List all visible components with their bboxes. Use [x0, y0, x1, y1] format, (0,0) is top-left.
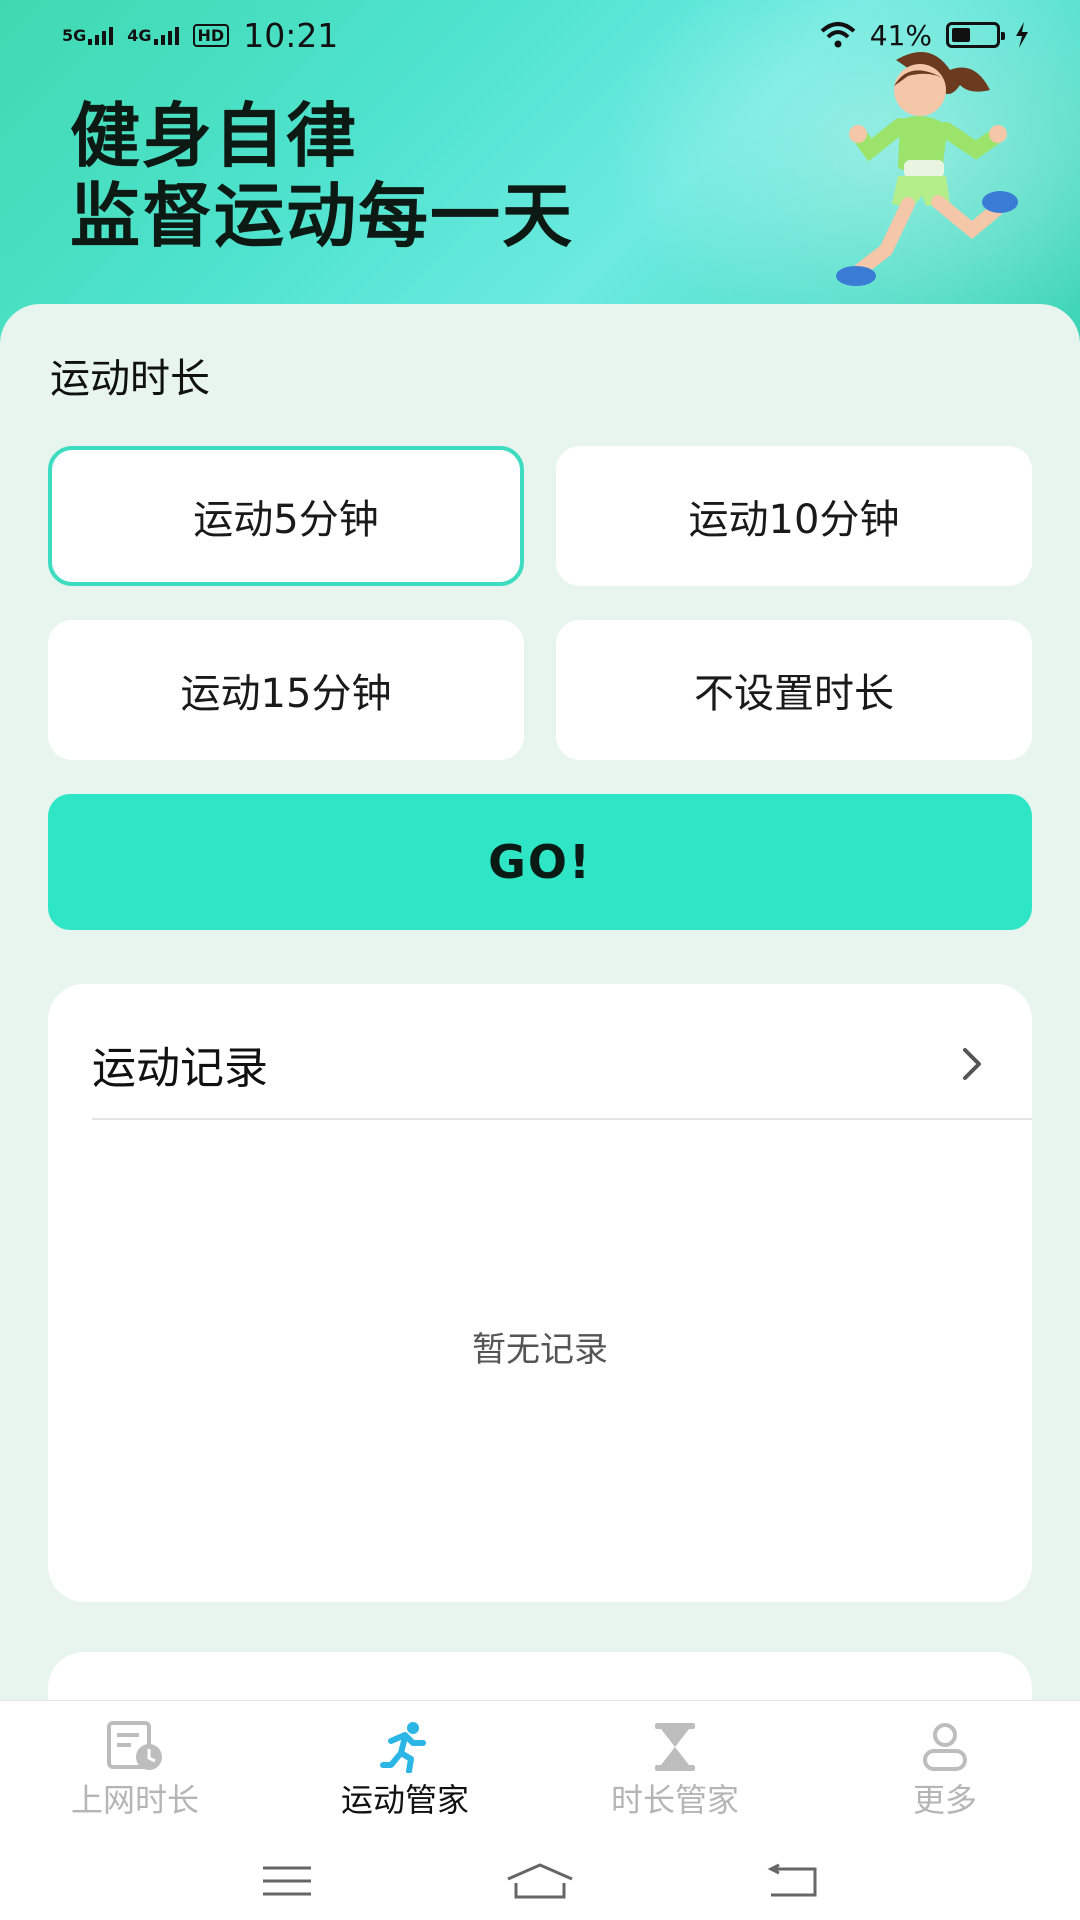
banner-slogan: 健身自律 监督运动每一天 — [70, 96, 574, 256]
option-no-limit[interactable]: 不设置时长 — [556, 620, 1032, 760]
duration-title: 运动时长 — [50, 356, 210, 402]
signal-4g-icon: 4G — [127, 25, 179, 45]
tab-exercise-manager[interactable]: 运动管家 — [270, 1701, 540, 1821]
go-button[interactable]: GO! — [48, 794, 1032, 930]
running-icon — [374, 1721, 436, 1773]
runner-illustration — [836, 52, 1018, 286]
option-label: 运动15分钟 — [180, 671, 392, 717]
option-15-minutes[interactable]: 运动15分钟 — [48, 620, 524, 760]
network-4g-label: 4G — [127, 25, 152, 45]
tab-screen-time[interactable]: 上网时长 — [0, 1701, 270, 1821]
bottom-navigation: 上网时长 运动管家 时长管家 更多 — [0, 1700, 1080, 1920]
charging-icon — [1016, 22, 1028, 48]
option-label: 运动5分钟 — [193, 497, 379, 543]
option-label: 运动10分钟 — [688, 497, 900, 543]
menu-icon[interactable] — [247, 1856, 327, 1906]
wifi-icon — [820, 22, 856, 48]
chevron-right-icon[interactable] — [952, 1044, 992, 1084]
tab-label: 上网时长 — [70, 1781, 199, 1819]
records-header[interactable]: 运动记录 — [92, 1024, 992, 1104]
records-divider — [92, 1118, 1032, 1120]
system-navigation-bar — [0, 1841, 1080, 1920]
records-empty-text: 暂无记录 — [472, 1330, 608, 1370]
hd-voice-icon: HD — [192, 23, 230, 47]
profile-icon — [914, 1721, 976, 1773]
signal-5g-icon: 5G — [62, 25, 114, 45]
screen-time-icon — [104, 1721, 166, 1773]
network-5g-label: 5G — [62, 25, 87, 45]
status-left: 5G 4G HD 10:21 — [62, 16, 338, 55]
battery-icon — [946, 22, 1005, 48]
tab-label: 更多 — [912, 1781, 977, 1819]
tab-more[interactable]: 更多 — [810, 1701, 1080, 1821]
status-bar: 5G 4G HD 10:21 41% — [0, 0, 1080, 70]
records-card: 运动记录 暂无记录 — [48, 984, 1032, 1602]
tab-label: 时长管家 — [610, 1781, 739, 1819]
tab-bar: 上网时长 运动管家 时长管家 更多 — [0, 1701, 1080, 1821]
main-panel: 运动时长 运动5分钟 运动10分钟 运动15分钟 不设置时长 GO! 运动记录 … — [0, 304, 1080, 1752]
option-label: 不设置时长 — [694, 671, 894, 717]
home-icon[interactable] — [500, 1856, 580, 1906]
status-time: 10:21 — [243, 15, 339, 55]
battery-percent: 41% — [869, 18, 932, 52]
option-10-minutes[interactable]: 运动10分钟 — [556, 446, 1032, 586]
status-right: 41% — [820, 19, 1030, 52]
option-5-minutes[interactable]: 运动5分钟 — [48, 446, 524, 586]
records-title: 运动记录 — [92, 1043, 268, 1094]
slogan-line-2: 监督运动每一天 — [70, 175, 574, 257]
go-label: GO! — [488, 835, 592, 889]
tab-label: 运动管家 — [340, 1781, 469, 1819]
tab-duration-manager[interactable]: 时长管家 — [540, 1701, 810, 1821]
hourglass-icon — [644, 1721, 706, 1773]
back-icon[interactable] — [753, 1856, 833, 1906]
slogan-line-1: 健身自律 — [70, 95, 358, 177]
